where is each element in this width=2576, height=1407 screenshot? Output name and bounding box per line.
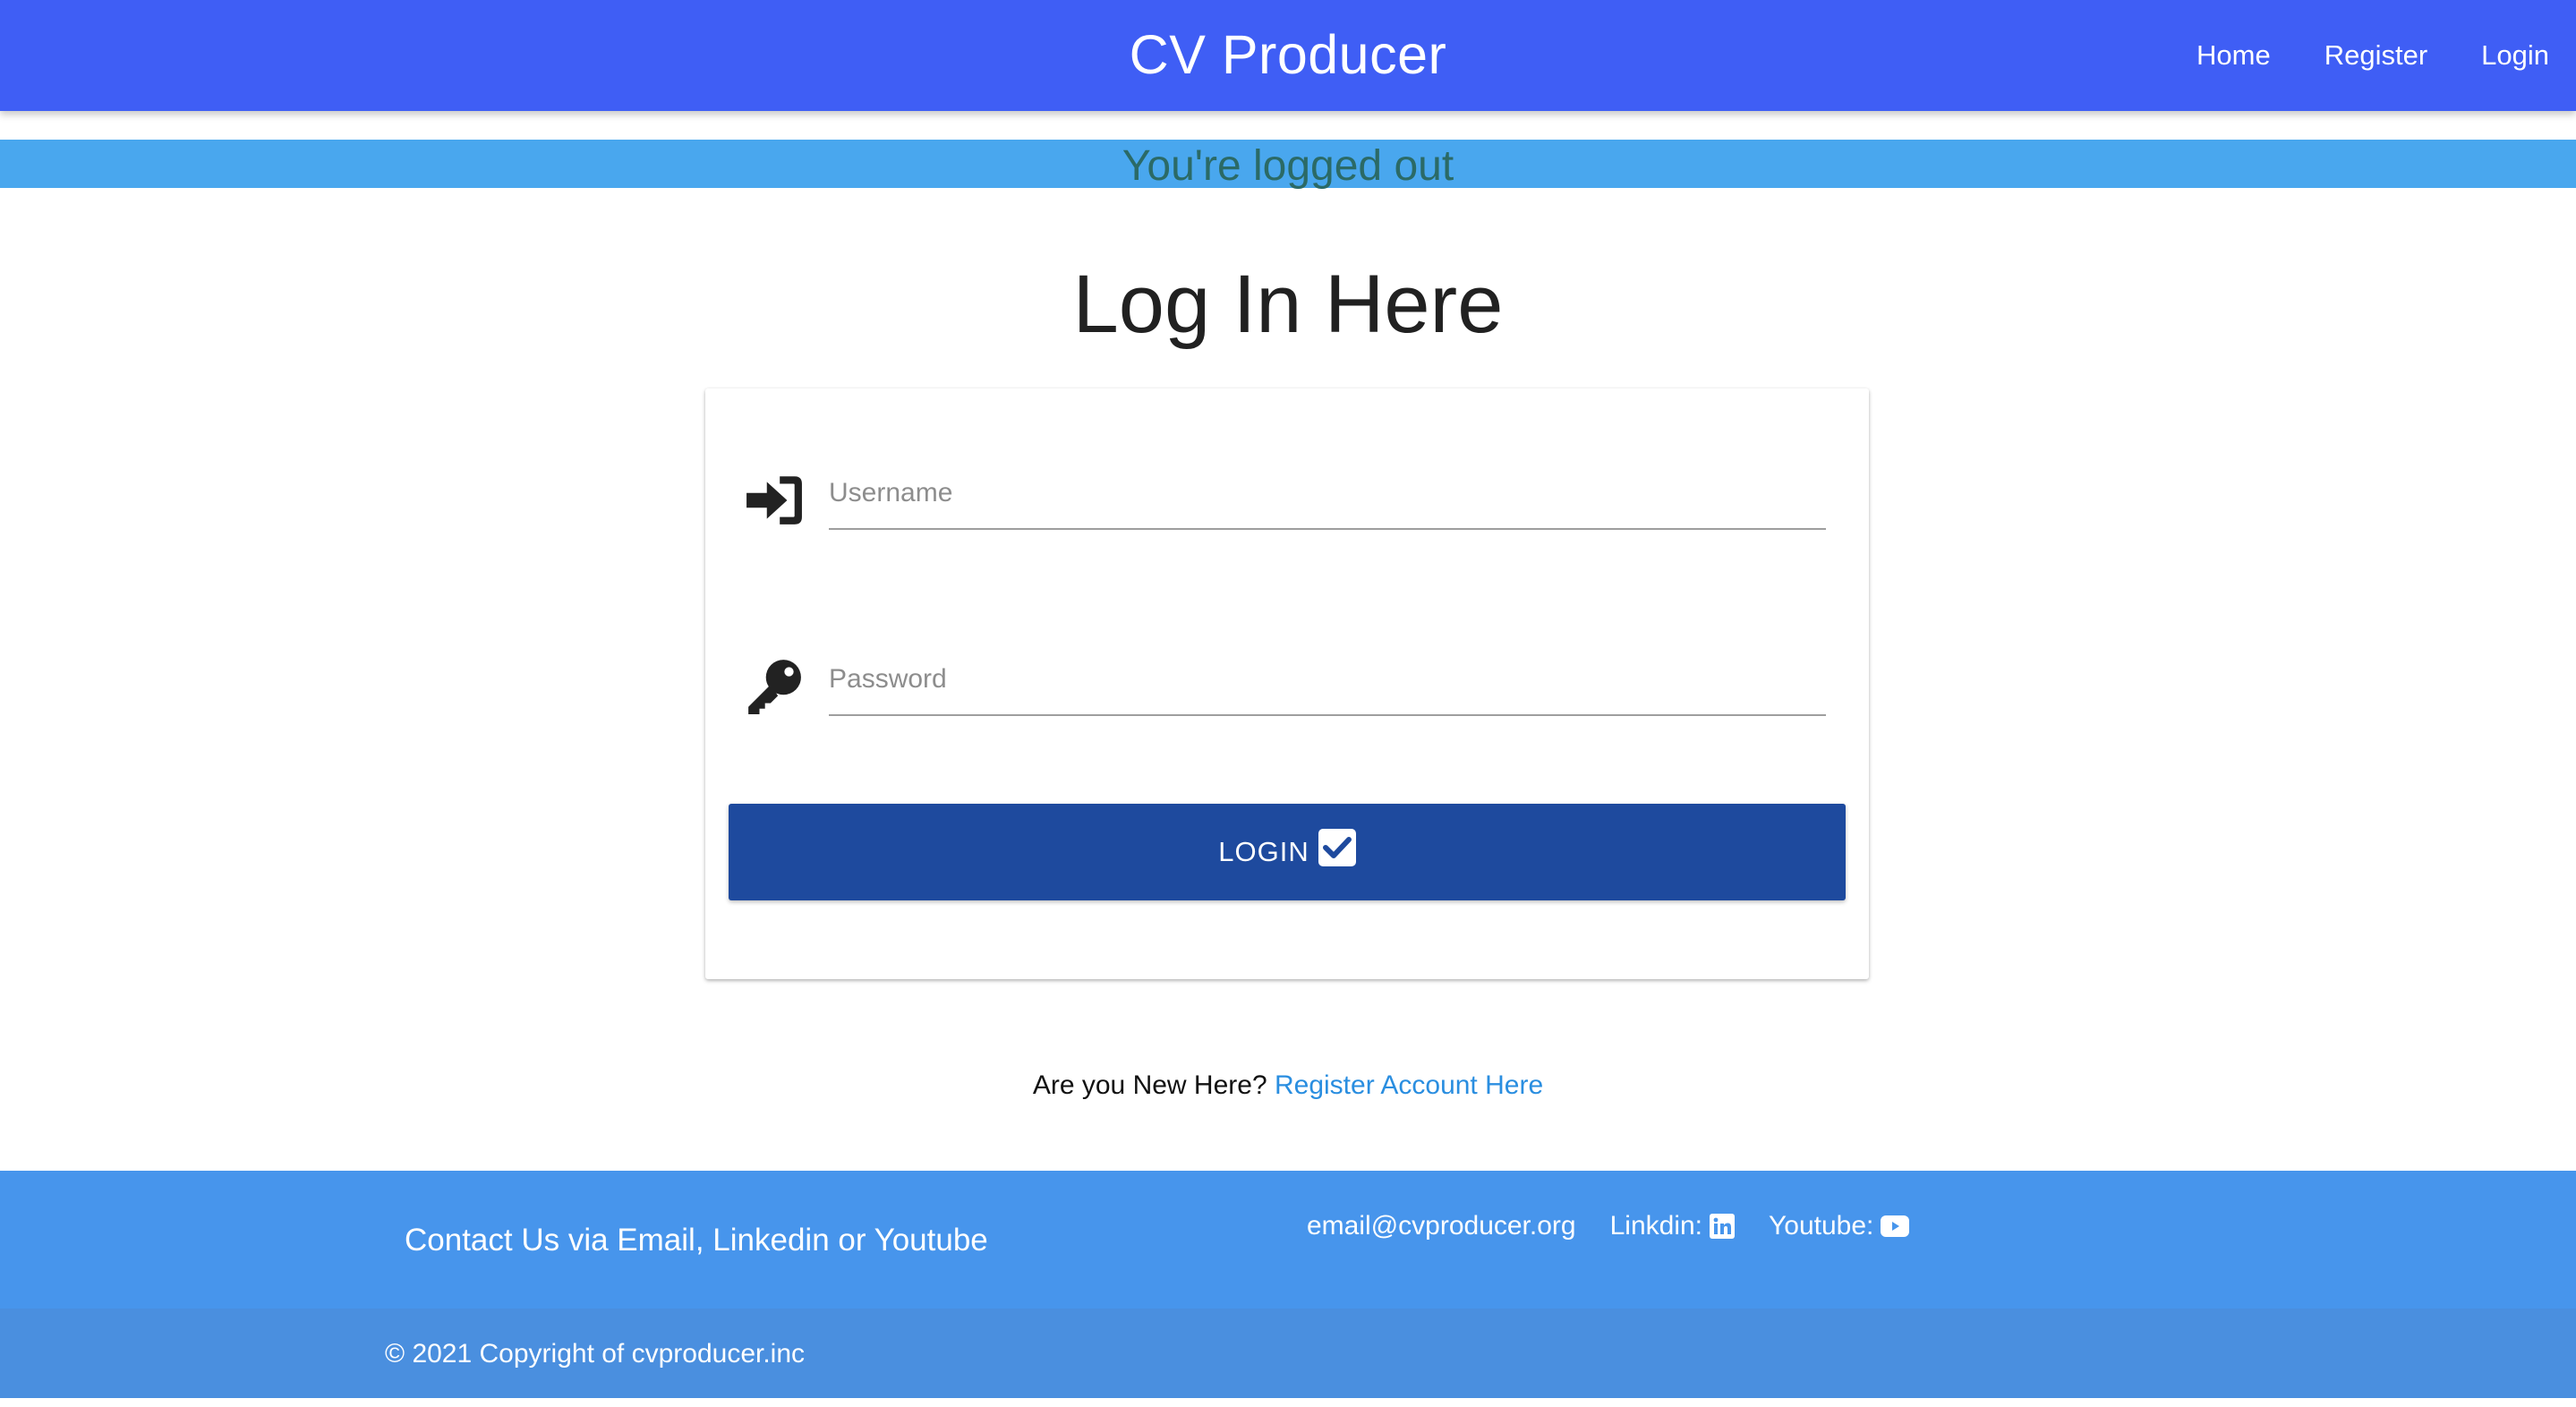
logout-alert: You're logged out: [0, 140, 2576, 190]
alert-message: You're logged out: [1122, 142, 1454, 190]
footer-youtube-link[interactable]: Youtube:: [1769, 1211, 1910, 1241]
linkedin-label: Linkdin:: [1609, 1211, 1702, 1241]
navbar: CV Producer Home Register Login: [0, 0, 2576, 111]
linkedin-icon: [1710, 1214, 1735, 1239]
login-button[interactable]: LOGIN: [729, 804, 1846, 900]
username-input[interactable]: [829, 458, 1826, 530]
nav-link-register[interactable]: Register: [2324, 39, 2427, 72]
nav-link-home[interactable]: Home: [2196, 39, 2271, 72]
youtube-icon: [1881, 1215, 1910, 1237]
footer-contact-text: Contact Us via Email, Linkedin or Youtub…: [405, 1223, 988, 1258]
page-title: Log In Here: [1072, 259, 1504, 350]
username-field-group: [705, 458, 1869, 557]
footer-top: [0, 1171, 2576, 1309]
key-icon: [748, 660, 801, 714]
nav-links: Home Register Login: [2143, 0, 2549, 111]
register-account-link[interactable]: Register Account Here: [1275, 1070, 1543, 1100]
password-input[interactable]: [829, 644, 1826, 716]
password-field-group: [705, 644, 1869, 743]
register-prompt: Are you New Here? Register Account Here: [0, 1070, 2576, 1101]
login-button-label: LOGIN: [1218, 836, 1309, 867]
footer-links: email@cvproducer.org Linkdin: Youtube:: [1307, 1208, 1943, 1244]
footer-copyright: © 2021 Copyright of cvproducer.inc: [385, 1339, 806, 1369]
sign-in-icon: [746, 476, 802, 524]
register-prompt-text: Are you New Here?: [1032, 1070, 1267, 1100]
footer-email-link[interactable]: email@cvproducer.org: [1307, 1211, 1576, 1241]
nav-link-login[interactable]: Login: [2481, 39, 2549, 72]
youtube-label: Youtube:: [1769, 1211, 1874, 1241]
check-square-icon: [1318, 829, 1356, 866]
footer-linkedin-link[interactable]: Linkdin:: [1610, 1211, 1735, 1241]
